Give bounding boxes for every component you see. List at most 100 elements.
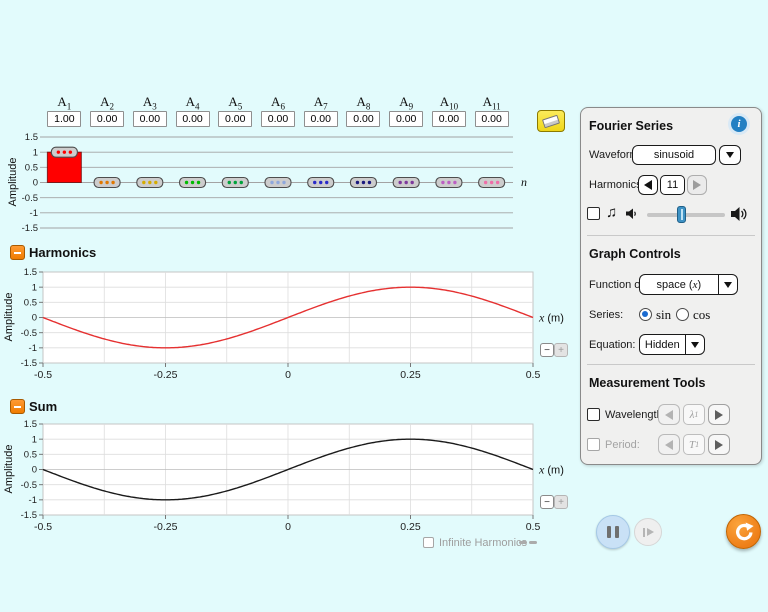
chevron-down-icon	[726, 152, 734, 158]
function-of-value: space (x)	[640, 279, 718, 291]
svg-text:-0.5: -0.5	[22, 193, 38, 204]
minus-icon	[14, 406, 21, 408]
amplitudes-chart: 1.510.50-0.5-1-1.5n	[0, 130, 560, 242]
volume-slider-thumb[interactable]	[677, 206, 686, 223]
sound-checkbox[interactable]	[587, 207, 600, 220]
amplitude-slider-handle-11[interactable]	[479, 178, 505, 188]
series-sin-radio[interactable]	[639, 308, 652, 321]
volume-slider-track[interactable]	[647, 213, 725, 217]
harmonics-decrement-button[interactable]	[638, 175, 658, 195]
svg-text:0: 0	[285, 369, 291, 381]
chevron-right-icon	[715, 410, 723, 420]
fourier-series-panel: Fourier Series i Waveform: sinusoid Harm…	[580, 107, 762, 465]
pause-button[interactable]	[596, 515, 630, 549]
svg-text:0.25: 0.25	[400, 369, 421, 381]
svg-text:-1.5: -1.5	[22, 223, 38, 234]
amplitude-input-2[interactable]	[90, 111, 124, 127]
amplitude-input-5[interactable]	[218, 111, 252, 127]
svg-text:0.5: 0.5	[24, 450, 37, 461]
eraser-button[interactable]	[537, 110, 565, 132]
minus-icon	[14, 252, 21, 254]
amplitude-input-11[interactable]	[475, 111, 509, 127]
function-of-label: Function of:	[589, 279, 646, 291]
amplitude-slider-handle-5[interactable]	[222, 178, 248, 188]
harmonics-zoom-out-button[interactable]: −	[540, 343, 554, 357]
speaker-loud-icon	[731, 206, 749, 222]
period-previous-button	[658, 434, 680, 455]
amplitude-input-7[interactable]	[304, 111, 338, 127]
svg-text:1.5: 1.5	[24, 419, 37, 430]
harmonics-title: Harmonics	[29, 245, 96, 260]
info-button[interactable]: i	[731, 116, 747, 132]
amplitude-slider-handle-8[interactable]	[350, 178, 376, 188]
chevron-down-icon	[724, 282, 732, 288]
amplitude-label-A4: A4	[173, 94, 213, 112]
svg-text:-0.25: -0.25	[154, 521, 178, 533]
amplitude-input-9[interactable]	[389, 111, 423, 127]
equation-select[interactable]: Hidden	[639, 334, 705, 355]
amplitude-label-A1: A1	[44, 94, 84, 112]
svg-text:-0.5: -0.5	[21, 328, 37, 339]
info-icon: i	[737, 118, 740, 130]
amplitude-slider-handle-10[interactable]	[436, 178, 462, 188]
step-forward-icon	[647, 528, 654, 536]
amplitude-slider-handle-2[interactable]	[94, 178, 120, 188]
series-cos-radio[interactable]	[676, 308, 689, 321]
svg-text:0: 0	[32, 313, 37, 324]
pause-icon	[607, 526, 611, 538]
wavelength-next-button[interactable]	[708, 404, 730, 425]
amplitude-slider-handle-4[interactable]	[180, 178, 206, 188]
amplitude-label-A11: A11	[472, 94, 512, 112]
waveform-select[interactable]: sinusoid	[632, 145, 716, 165]
infinite-harmonics-checkbox[interactable]	[423, 537, 434, 548]
sum-zoom-out-button[interactable]: −	[540, 495, 554, 509]
harmonics-chart: -0.5-0.2500.250.51.510.50-0.5-1-1.5x (m)	[0, 262, 570, 390]
harmonics-collapse-button[interactable]	[10, 245, 25, 260]
series-label: Series:	[589, 309, 623, 321]
amplitude-input-8[interactable]	[346, 111, 380, 127]
amplitude-input-1[interactable]	[47, 111, 81, 127]
chevron-left-icon	[644, 180, 652, 190]
function-of-select[interactable]: space (x)	[639, 274, 738, 295]
panel-title: Fourier Series	[589, 119, 673, 133]
amplitude-slider-handle-3[interactable]	[137, 178, 163, 188]
reset-all-button[interactable]	[726, 514, 761, 549]
harmonics-count-label: Harmonics:	[589, 179, 645, 191]
chevron-right-icon	[693, 180, 701, 190]
svg-text:1.5: 1.5	[25, 132, 38, 143]
amplitude-input-10[interactable]	[432, 111, 466, 127]
amplitude-label-A5: A5	[215, 94, 255, 112]
music-note-icon: ♫	[606, 205, 617, 220]
speaker-quiet-icon	[626, 208, 638, 220]
svg-text:1: 1	[32, 282, 37, 293]
amplitude-slider-handle-1[interactable]	[51, 147, 77, 157]
reset-all-icon	[734, 522, 754, 542]
graph-controls-title: Graph Controls	[589, 247, 681, 261]
svg-text:0: 0	[32, 465, 37, 476]
divider	[587, 235, 755, 236]
waveform-dropdown-button[interactable]	[719, 145, 741, 165]
svg-text:0.5: 0.5	[526, 369, 541, 381]
chevron-left-icon	[665, 440, 673, 450]
amplitude-label-A7: A7	[301, 94, 341, 112]
amplitude-slider-handle-6[interactable]	[265, 178, 291, 188]
svg-text:-1.5: -1.5	[21, 358, 37, 369]
svg-text:-0.5: -0.5	[34, 369, 52, 381]
amplitude-input-3[interactable]	[133, 111, 167, 127]
sum-collapse-button[interactable]	[10, 399, 25, 414]
step-forward-button	[634, 518, 662, 546]
svg-text:x (m): x (m)	[538, 463, 564, 477]
chevron-left-icon	[665, 410, 673, 420]
amplitude-label-A9: A9	[386, 94, 426, 112]
amplitude-label-A8: A8	[343, 94, 383, 112]
amplitude-input-4[interactable]	[176, 111, 210, 127]
svg-text:1: 1	[33, 147, 38, 158]
amplitude-slider-handle-9[interactable]	[393, 178, 419, 188]
amplitude-slider-handle-7[interactable]	[308, 178, 334, 188]
amplitude-input-6[interactable]	[261, 111, 295, 127]
divider	[587, 364, 755, 365]
period-next-button[interactable]	[708, 434, 730, 455]
equation-value: Hidden	[640, 339, 685, 351]
wavelength-tool-symbol: λ1	[683, 404, 705, 425]
wavelength-checkbox[interactable]	[587, 408, 600, 421]
